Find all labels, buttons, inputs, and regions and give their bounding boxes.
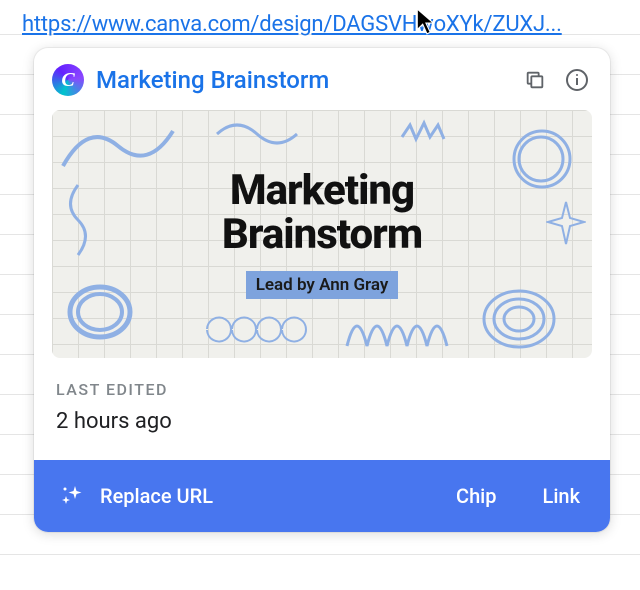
chip-button[interactable]: Chip bbox=[450, 480, 503, 512]
thumbnail-heading-line2: Brainstorm bbox=[222, 210, 422, 259]
link-preview-card: C Marketing Brainstorm Market bbox=[34, 48, 610, 532]
copy-icon[interactable] bbox=[520, 65, 550, 95]
action-bar: Replace URL Chip Link bbox=[34, 460, 610, 532]
thumbnail-subtitle: Lead by Ann Gray bbox=[246, 271, 399, 299]
card-title[interactable]: Marketing Brainstorm bbox=[96, 66, 508, 94]
last-edited-value: 2 hours ago bbox=[56, 409, 588, 434]
thumbnail-heading: Marketing Brainstorm bbox=[222, 169, 422, 257]
sparkle-icon bbox=[58, 482, 86, 510]
design-thumbnail[interactable]: Marketing Brainstorm Lead by Ann Gray bbox=[52, 110, 592, 358]
canva-logo-icon: C bbox=[52, 64, 84, 96]
card-header: C Marketing Brainstorm bbox=[34, 48, 610, 110]
link-button[interactable]: Link bbox=[537, 480, 586, 512]
last-edited-label: LAST EDITED bbox=[56, 380, 588, 399]
thumbnail-heading-line1: Marketing bbox=[230, 166, 414, 215]
meta-section: LAST EDITED 2 hours ago bbox=[34, 358, 610, 460]
info-icon[interactable] bbox=[562, 65, 592, 95]
url-link[interactable]: https://www.canva.com/design/DAGSVHwoXYk… bbox=[22, 12, 618, 37]
replace-url-button[interactable]: Replace URL bbox=[100, 484, 436, 508]
